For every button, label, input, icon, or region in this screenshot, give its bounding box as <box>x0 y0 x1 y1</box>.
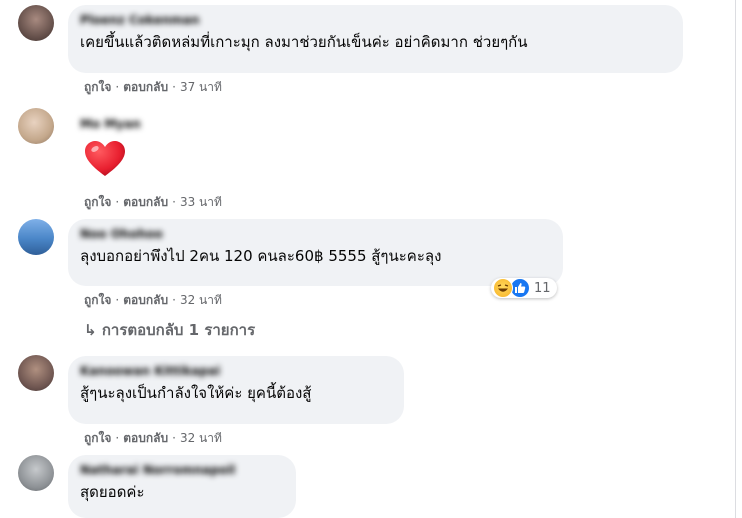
reaction-count: 11 <box>534 280 551 296</box>
reply-button[interactable]: ตอบกลับ <box>123 293 168 307</box>
like-button[interactable]: ถูกใจ <box>84 80 111 94</box>
like-button[interactable]: ถูกใจ <box>84 293 111 307</box>
comment-text: สุดยอดค่ะ <box>80 483 145 501</box>
reply-button[interactable]: ตอบกลับ <box>123 431 168 445</box>
like-button[interactable]: ถูกใจ <box>84 431 111 445</box>
comment-actions: ถูกใจ · ตอบกลับ · 37 นาที <box>84 79 222 95</box>
comment-actions: ถูกใจ · ตอบกลับ · 32 นาที <box>84 292 222 308</box>
timestamp[interactable]: 37 นาที <box>180 80 222 94</box>
haha-reaction-icon <box>493 278 513 298</box>
commenter-name[interactable]: Natharai Norromnapoil <box>80 463 284 478</box>
avatar[interactable] <box>18 108 54 144</box>
separator: · <box>172 195 176 209</box>
comment-text: สู้ๆนะลุงเป็นกำลังใจให้ค่ะ ยุคนี้ต้องสู้ <box>80 384 312 402</box>
separator: · <box>172 293 176 307</box>
separator: · <box>172 431 176 445</box>
comment-bubble: Natharai Norromnapoil สุดยอดค่ะ <box>68 455 296 518</box>
avatar[interactable] <box>18 5 54 41</box>
comment-text: เคยขึ้นแล้วติดหล่มที่เกาะมุก ลงมาช่วยกัน… <box>80 33 528 51</box>
view-replies-link[interactable]: ↳ การตอบกลับ 1 รายการ <box>84 320 255 340</box>
comment-text: ลุงบอกอย่าพึงไป 2คน 120 คนละ60฿ 5555 สู้… <box>80 247 442 265</box>
reaction-summary[interactable]: 11 <box>491 278 557 298</box>
heart-sticker-icon <box>84 140 126 182</box>
commenter-name[interactable]: Mo Myan <box>80 117 141 132</box>
timestamp[interactable]: 32 นาที <box>180 293 222 307</box>
reply-arrow-icon: ↳ <box>84 321 97 339</box>
reply-button[interactable]: ตอบกลับ <box>123 195 168 209</box>
comment-actions: ถูกใจ · ตอบกลับ · 33 นาที <box>84 194 222 210</box>
separator: · <box>115 195 120 209</box>
separator: · <box>115 80 120 94</box>
timestamp[interactable]: 32 นาที <box>180 431 222 445</box>
comment-bubble: Ploenz Cokenman เคยขึ้นแล้วติดหล่มที่เกา… <box>68 5 683 73</box>
separator: · <box>172 80 176 94</box>
comment-bubble: Noo Ohohoo ลุงบอกอย่าพึงไป 2คน 120 คนละ6… <box>68 219 563 286</box>
commenter-name[interactable]: Kanoowan Kittikapai <box>80 364 392 379</box>
separator: · <box>115 431 120 445</box>
avatar[interactable] <box>18 455 54 491</box>
like-button[interactable]: ถูกใจ <box>84 195 111 209</box>
avatar[interactable] <box>18 355 54 391</box>
feed-border <box>735 0 736 518</box>
comment-actions: ถูกใจ · ตอบกลับ · 32 นาที <box>84 430 222 446</box>
timestamp[interactable]: 33 นาที <box>180 195 222 209</box>
commenter-name[interactable]: Ploenz Cokenman <box>80 13 671 28</box>
comment-bubble: Kanoowan Kittikapai สู้ๆนะลุงเป็นกำลังใจ… <box>68 356 404 424</box>
reply-button[interactable]: ตอบกลับ <box>123 80 168 94</box>
like-reaction-icon <box>510 278 530 298</box>
view-replies-label: การตอบกลับ 1 รายการ <box>101 321 256 339</box>
separator: · <box>115 293 120 307</box>
commenter-name[interactable]: Noo Ohohoo <box>80 227 551 242</box>
avatar[interactable] <box>18 219 54 255</box>
